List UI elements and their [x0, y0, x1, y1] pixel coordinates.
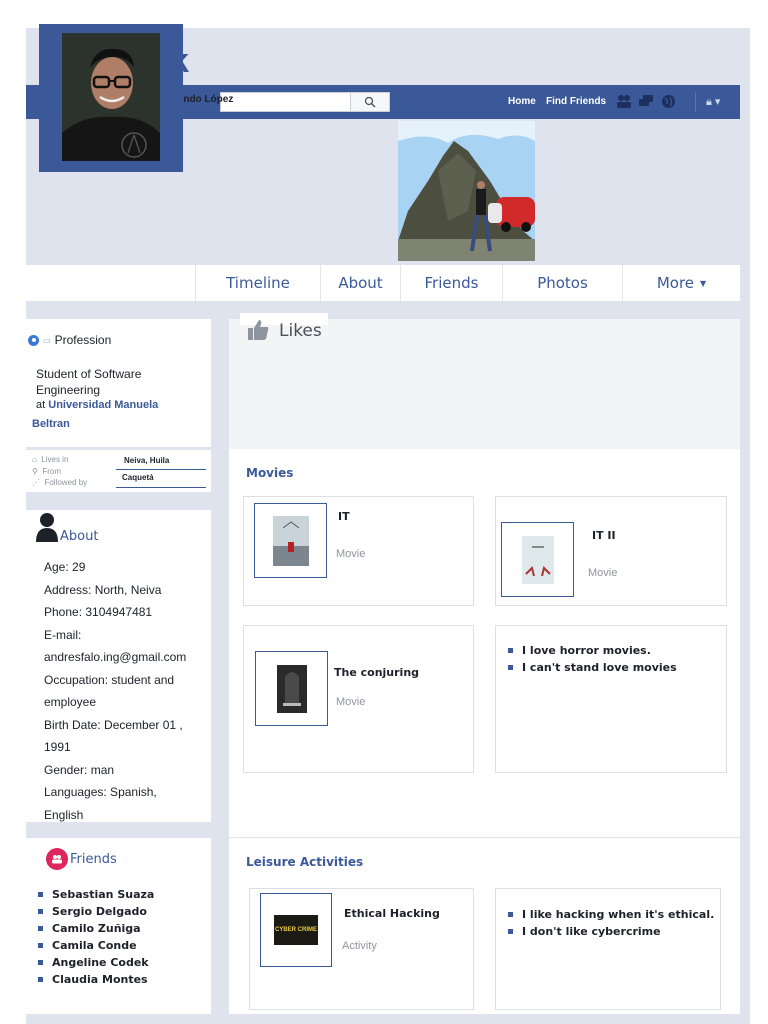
movie-poster-it-ii	[521, 535, 554, 584]
tab-photos[interactable]: Photos	[502, 265, 622, 301]
activity-notes-card: I like hacking when it's ethical. I don'…	[495, 888, 721, 1010]
nav-divider	[695, 92, 696, 112]
about-languages: Languages: Spanish,	[44, 785, 157, 799]
friend-item[interactable]: Sergio Delgado	[36, 903, 154, 920]
about-title: About	[60, 529, 99, 544]
activity-type: Activity	[342, 940, 377, 952]
profile-picture[interactable]	[62, 33, 160, 161]
friends-badge-icon	[46, 848, 68, 870]
movie-card-it[interactable]: IT Movie	[243, 496, 474, 606]
messages-icon[interactable]	[638, 93, 654, 109]
movie-title[interactable]: IT	[338, 510, 350, 523]
about-birthdate: Birth Date: December 01 ,	[44, 717, 183, 732]
chevron-down-icon: ▼	[700, 278, 707, 288]
activity-thumbnail-image: CYBER CRIME	[274, 915, 318, 945]
movie-card-it-ii[interactable]: IT II Movie	[495, 496, 727, 606]
movie-title[interactable]: IT II	[592, 529, 616, 542]
nav-home-link[interactable]: Home	[508, 96, 536, 107]
search-button[interactable]	[350, 92, 390, 112]
person-icon	[36, 513, 58, 542]
movie-thumbnail-frame[interactable]	[255, 651, 328, 726]
profession-at: at	[36, 399, 46, 411]
profession-text-line2: Engineering	[36, 382, 101, 397]
profession-icon	[28, 334, 39, 346]
friends-card: Friends Sebastian Suaza Sergio Delgado C…	[26, 838, 211, 1014]
leisure-activities-section: Leisure Activities CYBER CRIME Ethical H…	[229, 838, 740, 1014]
movie-note-item: I love horror movies.	[506, 642, 677, 659]
friend-item[interactable]: Camila Conde	[36, 937, 154, 954]
rss-icon: ⋰	[32, 478, 45, 487]
university-link-line2[interactable]: Beltran	[32, 418, 70, 430]
cover-photo[interactable]	[398, 121, 535, 261]
activity-thumbnail-frame[interactable]: CYBER CRIME	[260, 893, 332, 967]
about-email-label: E-mail:	[44, 627, 82, 642]
from-label: From	[42, 466, 61, 476]
about-age: Age: 29	[44, 560, 86, 574]
friends-title[interactable]: Friends	[70, 852, 117, 867]
about-card: About Age: 29 Address: North, Neiva Phon…	[26, 510, 211, 822]
movie-title[interactable]: The conjuring	[334, 666, 419, 679]
about-gender: Gender: man	[44, 762, 115, 777]
home-icon: ⌂	[32, 455, 42, 464]
friend-item[interactable]: Claudia Montes	[36, 971, 154, 988]
university-link[interactable]: Universidad Manuela	[48, 399, 158, 411]
profession-text-line1: Student of Software	[36, 367, 142, 381]
profession-card: ▭ Profession Student of Software Enginee…	[26, 319, 211, 447]
friend-item[interactable]: Camilo Zuñiga	[36, 920, 154, 937]
about-email: andresfalo.ing@gmail.com	[44, 650, 187, 664]
privacy-menu-button[interactable]: 🔒︎ ▾	[706, 95, 720, 109]
about-languages-cont: English	[44, 807, 84, 822]
about-address: Address: North, Neiva	[44, 582, 162, 597]
tab-more[interactable]: More ▼	[622, 265, 740, 301]
profession-label: Profession	[54, 333, 112, 347]
movies-title[interactable]: Movies	[246, 466, 293, 480]
activity-thumbnail-text: CYBER CRIME	[274, 926, 317, 933]
movie-notes-card: I love horror movies. I can't stand love…	[495, 625, 727, 773]
about-occupation: Occupation: student and	[44, 672, 175, 687]
activity-card-ethical-hacking[interactable]: CYBER CRIME Ethical Hacking Activity	[249, 888, 474, 1010]
thumbs-up-icon	[246, 318, 270, 347]
followed-by-label: Followed by	[44, 478, 88, 487]
briefcase-icon: ▭	[43, 335, 51, 345]
friend-item[interactable]: Sebastian Suaza	[36, 886, 154, 903]
from-value[interactable]: Caquetá	[122, 473, 154, 482]
movie-poster-the-conjuring	[276, 664, 307, 713]
movie-type: Movie	[336, 548, 366, 560]
lives-card: ⌂ Lives in ⚲ From ⋰ Followed by Neiva, H…	[26, 450, 211, 492]
about-birthyear: 1991	[44, 740, 71, 754]
tab-timeline[interactable]: Timeline	[195, 265, 320, 301]
account-caret-icon: ▾	[711, 96, 721, 108]
movie-poster-it	[272, 515, 309, 566]
activity-title[interactable]: Ethical Hacking	[344, 907, 440, 920]
movies-section: Movies IT Movie IT II Movie The conjurin…	[229, 449, 740, 837]
globe-icon[interactable]	[660, 93, 676, 109]
lives-in-label: Lives in	[41, 455, 69, 464]
friends-icon[interactable]	[616, 93, 632, 109]
movie-thumbnail-frame[interactable]	[501, 522, 574, 597]
tab-more-label: More	[656, 274, 695, 292]
movie-type: Movie	[588, 567, 618, 579]
activity-note-item: I like hacking when it's ethical.	[506, 906, 714, 923]
movie-type: Movie	[336, 696, 366, 708]
about-phone: Phone: 3104947481	[44, 605, 153, 619]
about-occupation-cont: employee	[44, 695, 97, 709]
leisure-title[interactable]: Leisure Activities	[246, 855, 363, 869]
lives-in-value[interactable]: Neiva, Huila	[124, 456, 169, 465]
movie-thumbnail-frame[interactable]	[254, 503, 327, 578]
nav-find-friends-link[interactable]: Find Friends	[546, 96, 606, 107]
location-icon: ⚲	[32, 466, 43, 476]
movie-card-the-conjuring[interactable]: The conjuring Movie	[243, 625, 474, 773]
tab-about[interactable]: About	[320, 265, 400, 301]
likes-title: Likes	[279, 321, 322, 341]
top-icons-group	[616, 93, 676, 109]
tab-friends[interactable]: Friends	[400, 265, 502, 301]
activity-note-item: I don't like cybercrime	[506, 923, 714, 940]
movie-note-item: I can't stand love movies	[506, 659, 677, 676]
search-icon	[364, 96, 376, 108]
friend-item[interactable]: Angeline Codek	[36, 954, 154, 971]
